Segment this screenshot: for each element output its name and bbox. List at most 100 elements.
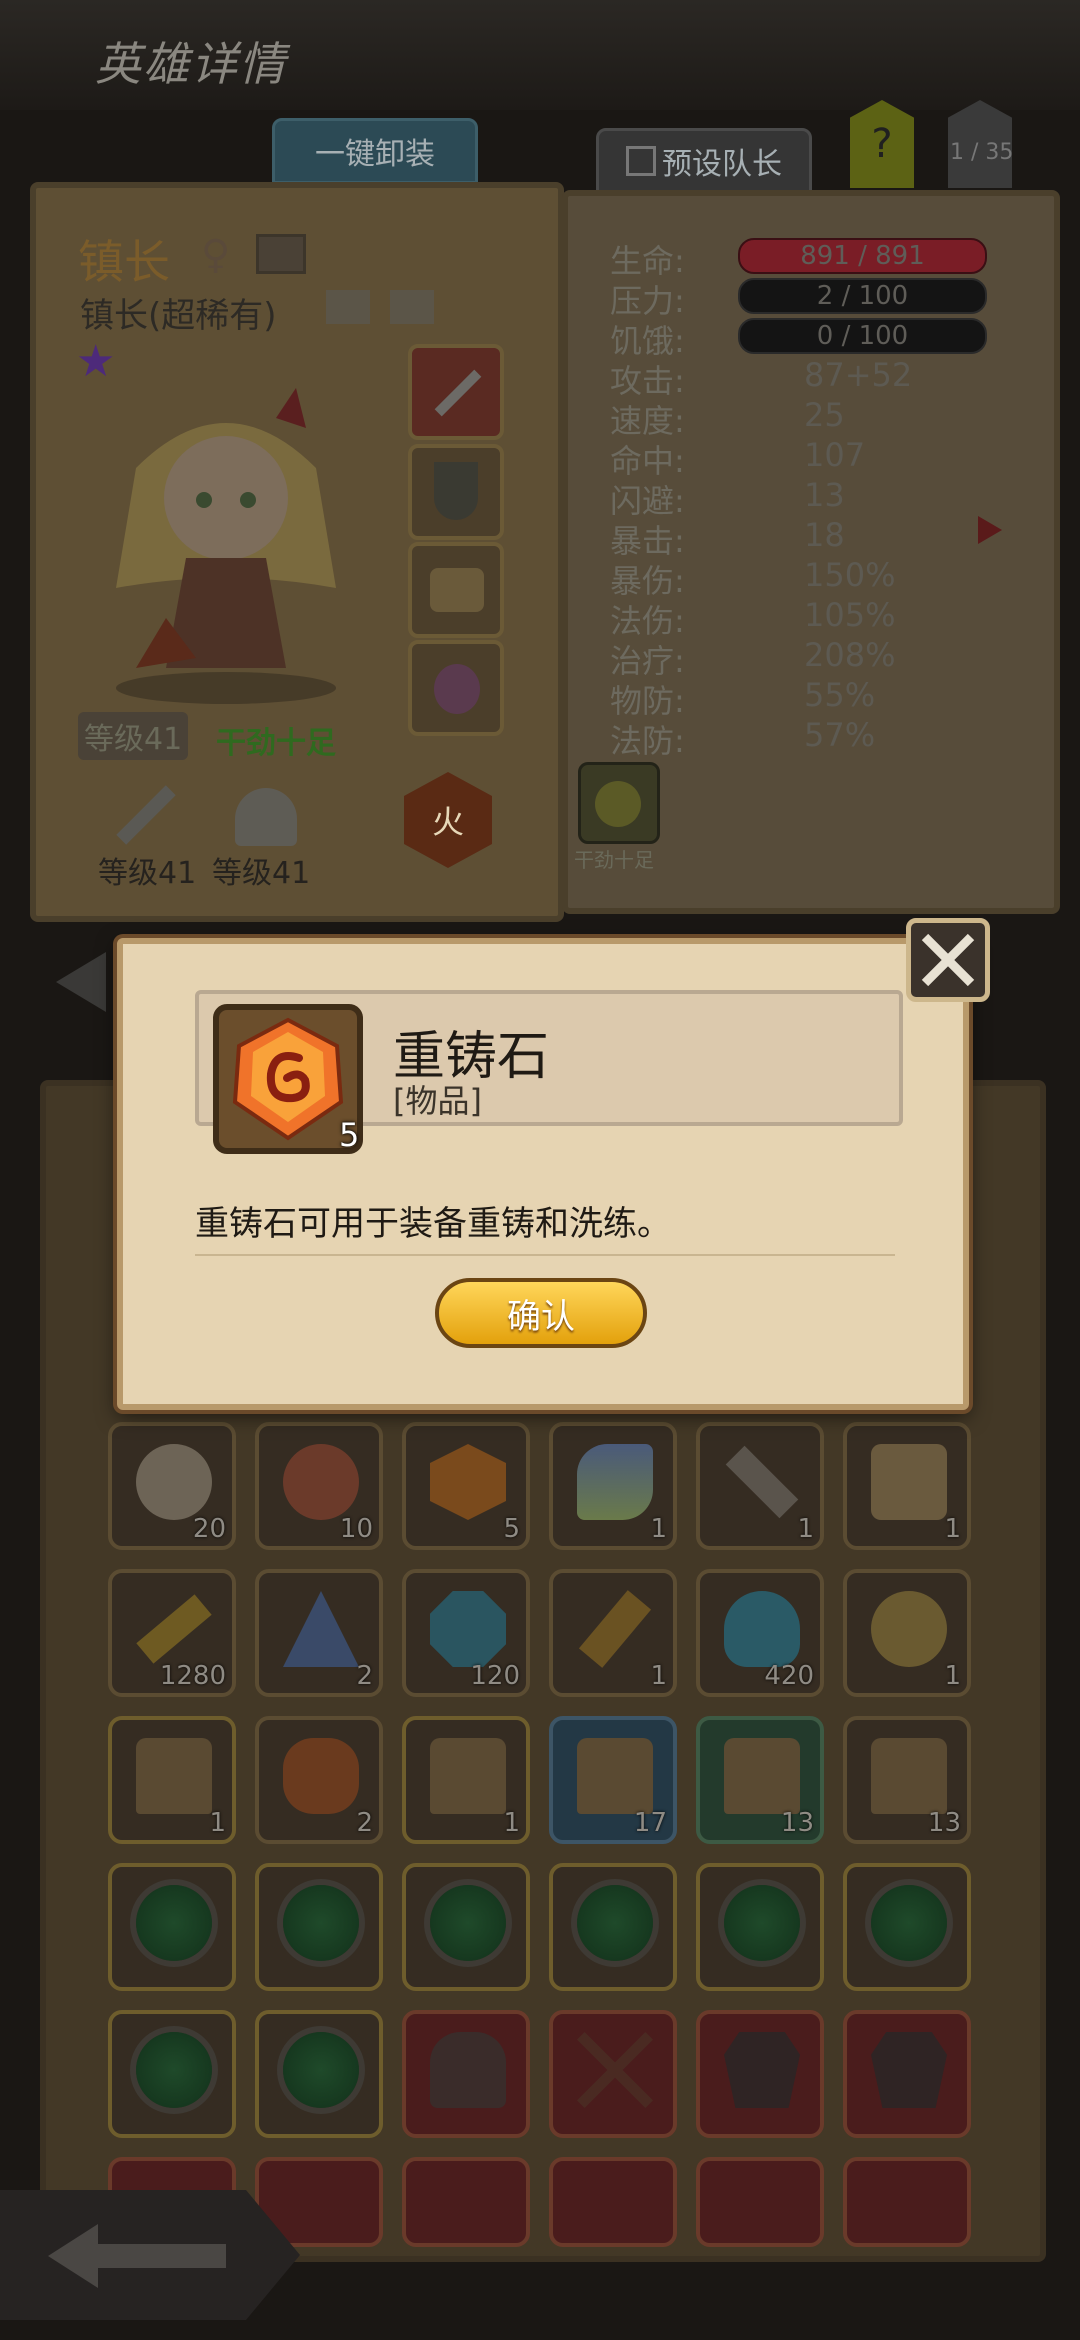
inventory-slot[interactable] [108,1863,236,1991]
inventory-slot[interactable]: 17 [549,1716,677,1844]
hero-subtitle: 镇长(超稀有) [80,296,277,336]
item-count-label: 2 [356,1661,373,1691]
female-icon: ♀ [201,232,231,278]
item-count-label: 13 [780,1808,814,1838]
inventory-slot[interactable]: 5 [402,1422,530,1550]
item-count-label: 1 [944,1514,961,1544]
confirm-button[interactable]: 确认 [435,1278,647,1348]
crossed-swords-icon [577,2032,653,2108]
close-button[interactable] [906,918,990,1002]
gear-slot-helmet[interactable] [221,778,311,858]
rainbow-crystal-icon [577,1444,653,1520]
item-count-label: 20 [192,1514,226,1544]
inventory-slot[interactable]: 1 [402,1716,530,1844]
item-count-label: 2 [356,1808,373,1838]
inventory-slot[interactable] [549,2157,677,2247]
help-button[interactable]: ? [850,100,914,188]
green-gem-icon [136,2032,212,2108]
gear-slot-weapon[interactable] [91,778,181,858]
inventory-slot[interactable]: 1 [843,1569,971,1697]
pirate-figure-icon [283,1738,359,1814]
inventory-slot[interactable]: 120 [402,1569,530,1697]
hero-portrait-green-icon [136,1444,212,1520]
stat-bar: 2 / 100 [738,278,987,314]
item-description: 重铸石可用于装备重铸和洗练。 [195,1204,671,1244]
blue-chest-icon [577,1738,653,1814]
hero-portrait-red-icon [283,1444,359,1520]
inventory-slot[interactable] [402,1863,530,1991]
fire-element-icon: 火 [431,803,464,841]
inventory-slot[interactable] [255,2010,383,2138]
inventory-slot[interactable]: 13 [843,1716,971,1844]
green-chest-icon [724,1738,800,1814]
preset-leader-label: 预设队长 [662,147,782,182]
potion-icon [724,1591,800,1667]
unequip-all-tab[interactable]: 一键卸装 [272,118,478,184]
hero-panel: 镇长 ♀ 镇长(超稀有) ★ 等级41 干劲十足 等级41 等级41 火 [30,182,564,922]
expand-arrow-icon[interactable] [978,516,1002,544]
accessory-slot[interactable] [408,640,504,736]
inventory-slot[interactable]: 1 [549,1422,677,1550]
element-badge: 火 [404,772,492,868]
inventory-slot[interactable] [696,2010,824,2138]
gold-amulet-icon [871,1591,947,1667]
hero-status: 干劲十足 [216,726,336,761]
gear-level-1: 等级41 [98,856,197,891]
help-icon: ? [871,121,893,167]
inventory-slot[interactable]: 20 [108,1422,236,1550]
inventory-slot[interactable]: 1 [549,1569,677,1697]
reforge-stone-icon [232,1017,344,1141]
inventory-slot[interactable] [402,2010,530,2138]
blue-pyramid-icon [283,1591,359,1667]
inventory-slot[interactable]: 1 [843,1422,971,1550]
item-count-label: 10 [339,1514,373,1544]
stats-panel: 生命: 891 / 891 压力: 2 / 100 饥饿: 0 / 100 攻击: 87+52… [562,190,1060,914]
page-title: 英雄详情 [95,37,287,91]
inventory-slot[interactable]: 1 [696,1422,824,1550]
green-gem-icon [283,2032,359,2108]
weapon-slot[interactable] [408,344,504,440]
inventory-slot[interactable]: 1 [108,1716,236,1844]
chest-icon [136,1738,212,1814]
hero-portrait [76,388,376,708]
cyan-rune-icon [430,1591,506,1667]
inventory-slot[interactable] [108,2010,236,2138]
inventory-slot[interactable]: 1280 [108,1569,236,1697]
inventory-slot[interactable] [696,2157,824,2247]
item-info-dialog: 重铸石 [物品] 5 重铸石可用于装备重铸和洗练。 确认 [117,938,969,1410]
inventory-slot[interactable]: 2 [255,1569,383,1697]
armor-slot[interactable] [408,542,504,638]
inventory-slot[interactable] [843,1863,971,1991]
inventory-slot[interactable] [843,2157,971,2247]
stat-value: 150% [804,556,896,594]
gold-wand-icon [578,1590,652,1668]
prev-hero-arrow[interactable] [56,952,106,1012]
page-counter: 1 / 35 [950,140,1014,165]
preset-leader-tab[interactable]: 预设队长 [596,128,812,194]
back-button[interactable] [0,2190,300,2320]
inventory-slot[interactable] [549,1863,677,1991]
inventory-slot[interactable] [696,1863,824,1991]
inventory-slot[interactable] [549,2010,677,2138]
inventory-slot[interactable] [402,2157,530,2247]
offhand-slot[interactable] [408,444,504,540]
class-icon [326,290,370,324]
sword-icon [434,369,482,417]
inventory-slot[interactable] [843,2010,971,2138]
reforge-stone-icon [430,1444,506,1520]
inventory-slot[interactable]: 420 [696,1569,824,1697]
item-count-label: 120 [470,1661,520,1691]
inventory-slot[interactable]: 2 [255,1716,383,1844]
inventory-slot[interactable] [255,1863,383,1991]
green-gem-icon [871,1885,947,1961]
armor-icon [871,2032,947,2108]
divider [195,1254,895,1256]
armor-icon [724,2032,800,2108]
inventory-slot[interactable]: 10 [255,1422,383,1550]
inventory-slot[interactable]: 13 [696,1716,824,1844]
back-arrow-shaft [96,2244,226,2268]
rename-icon[interactable] [256,234,306,274]
stat-bar: 0 / 100 [738,318,987,354]
pouch-icon [434,664,480,714]
title-bar: 英雄详情 [0,0,1080,110]
